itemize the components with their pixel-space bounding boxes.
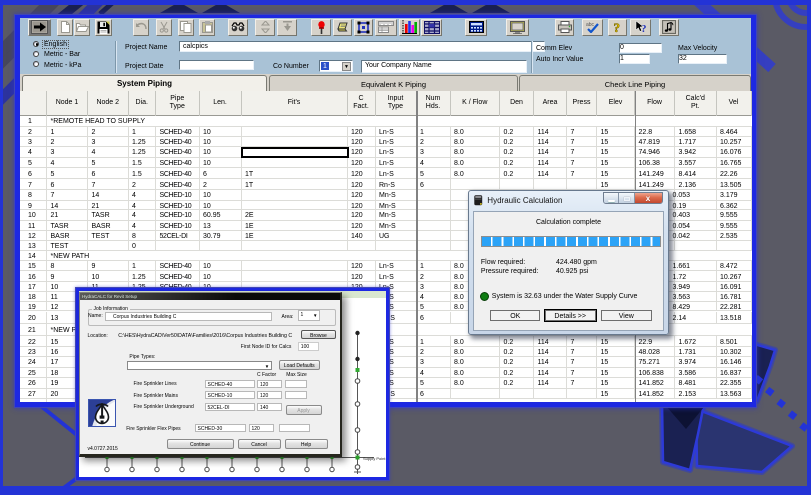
svg-text:Supply Point: Supply Point bbox=[363, 456, 386, 461]
svg-text:?: ? bbox=[641, 23, 647, 34]
svg-text:?: ? bbox=[613, 21, 620, 34]
svg-text:abc: abc bbox=[586, 22, 595, 28]
